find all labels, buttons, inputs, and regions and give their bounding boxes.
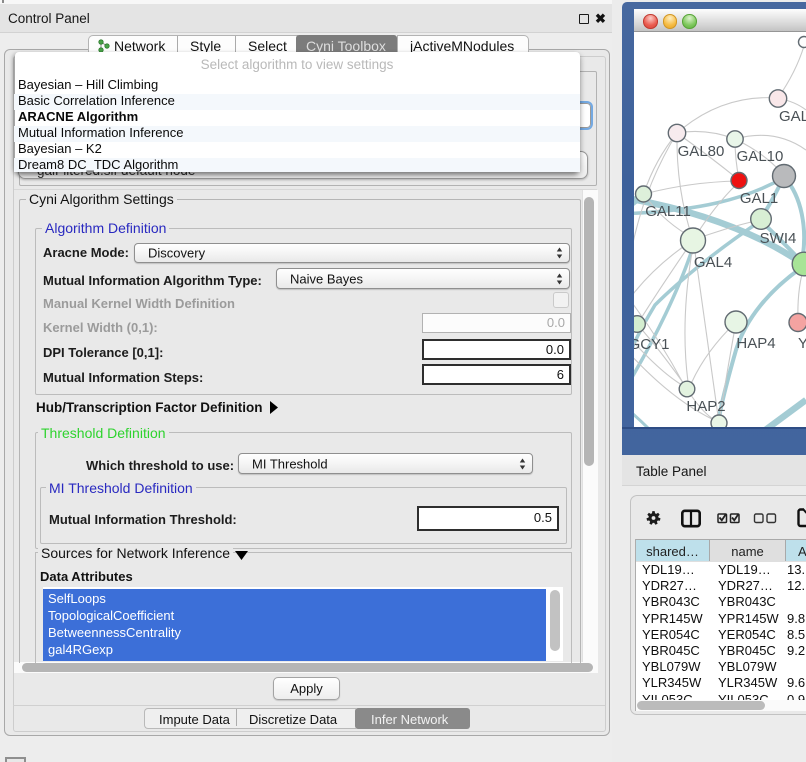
svg-text:GAL80: GAL80 <box>678 143 725 160</box>
svg-text:GCY1: GCY1 <box>634 336 669 353</box>
svg-text:HAP4: HAP4 <box>736 335 775 352</box>
svg-text:SWI4: SWI4 <box>760 230 797 247</box>
svg-text:YJ: YJ <box>798 335 806 352</box>
svg-text:GAL1: GAL1 <box>740 190 778 207</box>
svg-text:GAL11: GAL11 <box>645 203 691 220</box>
svg-text:HAP2: HAP2 <box>686 398 725 415</box>
svg-text:GAL10: GAL10 <box>737 148 784 165</box>
svg-text:GAL2: GAL2 <box>779 108 806 125</box>
svg-text:GAL4: GAL4 <box>694 254 732 271</box>
